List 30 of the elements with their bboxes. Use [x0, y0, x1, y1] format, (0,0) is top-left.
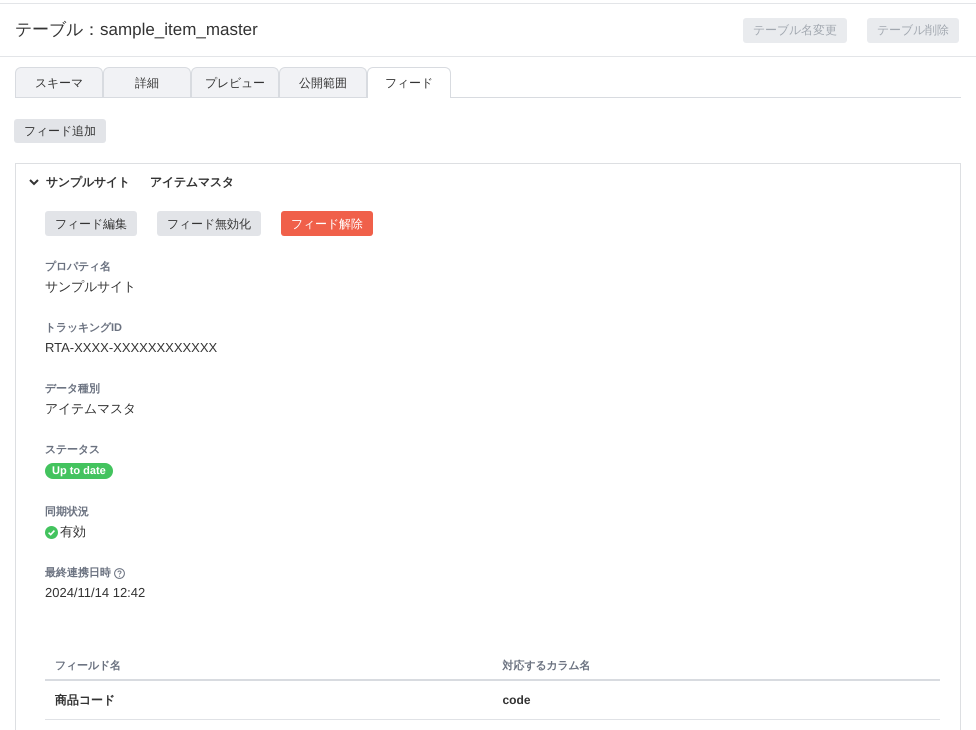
table-cell: 商品コード — [45, 680, 492, 719]
field-label: ステータス — [45, 443, 100, 458]
chevron-down-icon[interactable] — [29, 177, 39, 187]
feed-data-type: アイテムマスタ — [150, 174, 234, 191]
field-label: データ種別 — [45, 382, 100, 397]
add-feed-button[interactable]: フィード追加 — [14, 119, 106, 143]
tab[interactable]: スキーマ — [15, 67, 103, 97]
column-header: フィールド名 — [45, 658, 492, 680]
status-badge: Up to date — [45, 463, 113, 479]
field-label: トラッキングID — [45, 321, 122, 336]
help-icon[interactable] — [114, 568, 125, 578]
field-value: RTA-XXXX-XXXXXXXXXXXX — [45, 340, 218, 356]
tab[interactable]: 詳細 — [103, 67, 191, 97]
page-title: テーブル：sample_item_master — [15, 19, 258, 42]
tab[interactable]: 公開範囲 — [279, 67, 367, 97]
field-label: プロパティ名 — [45, 260, 111, 275]
field-value: アイテムマスタ — [45, 401, 136, 417]
field-value: 2024/11/14 12:42 — [45, 585, 146, 601]
field-value: サンプルサイト — [45, 279, 136, 295]
field-value: 有効 — [60, 524, 86, 540]
feed-action-button[interactable]: フィード編集 — [45, 211, 137, 236]
tab[interactable]: フィード — [367, 67, 451, 98]
tab[interactable]: プレビュー — [191, 67, 279, 97]
check-circle-icon — [45, 526, 58, 538]
feed-property: サンプルサイト — [46, 174, 130, 191]
field-label: 同期状況 — [45, 504, 89, 520]
feed-action-button[interactable]: フィード無効化 — [157, 211, 261, 236]
column-header: 対応するカラム名 — [492, 658, 940, 680]
table-cell: code — [492, 680, 940, 719]
field-label: 最終連携日時 — [45, 566, 111, 581]
